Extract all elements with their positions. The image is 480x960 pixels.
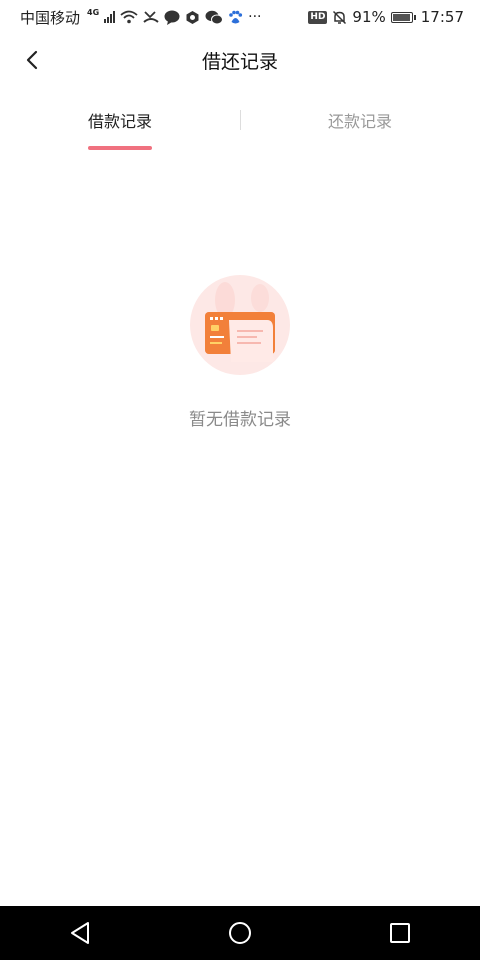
signal-icon [104,11,116,23]
overflow-indicator: ··· [248,9,262,25]
status-bar: 中国移动 4G ··· HD 91% 17:57 [0,0,480,34]
page-title: 借还记录 [201,51,278,73]
empty-state-message: 暂无借款记录 [189,410,291,430]
baidu-icon [228,10,243,25]
battery-icon [390,11,416,23]
wifi-icon [120,10,138,24]
circle-home-icon [229,922,251,944]
clock: 17:57 [420,8,464,26]
tab-divider [240,110,241,130]
system-nav-bar [0,906,480,960]
nav-recents-button[interactable] [370,906,430,960]
square-recents-icon [390,923,410,943]
network-type: 4G [87,7,100,17]
wechat-icon [205,10,224,25]
carrier-name: 中国移动 [20,8,81,27]
tab-repay-records[interactable]: 还款记录 [300,108,420,132]
battery-percent: 91% [352,8,386,26]
status-bar-right: HD 91% 17:57 [308,8,464,26]
nav-back-button[interactable] [50,906,110,960]
nav-home-button[interactable] [210,906,270,960]
chat-bubble-icon [164,10,180,25]
header: 借还记录 [0,34,480,86]
hd-badge: HD [308,10,328,24]
mute-bell-icon [332,10,347,25]
triangle-back-icon [71,922,89,944]
active-tab-indicator [88,146,152,150]
app-icon [185,10,200,25]
tab-borrow-records[interactable]: 借款记录 [60,108,180,132]
tab-bar: 借款记录 还款记录 [0,96,480,156]
missed-call-icon [143,10,159,24]
empty-state-illustration [185,270,295,380]
status-bar-left: 中国移动 4G ··· [20,7,262,28]
